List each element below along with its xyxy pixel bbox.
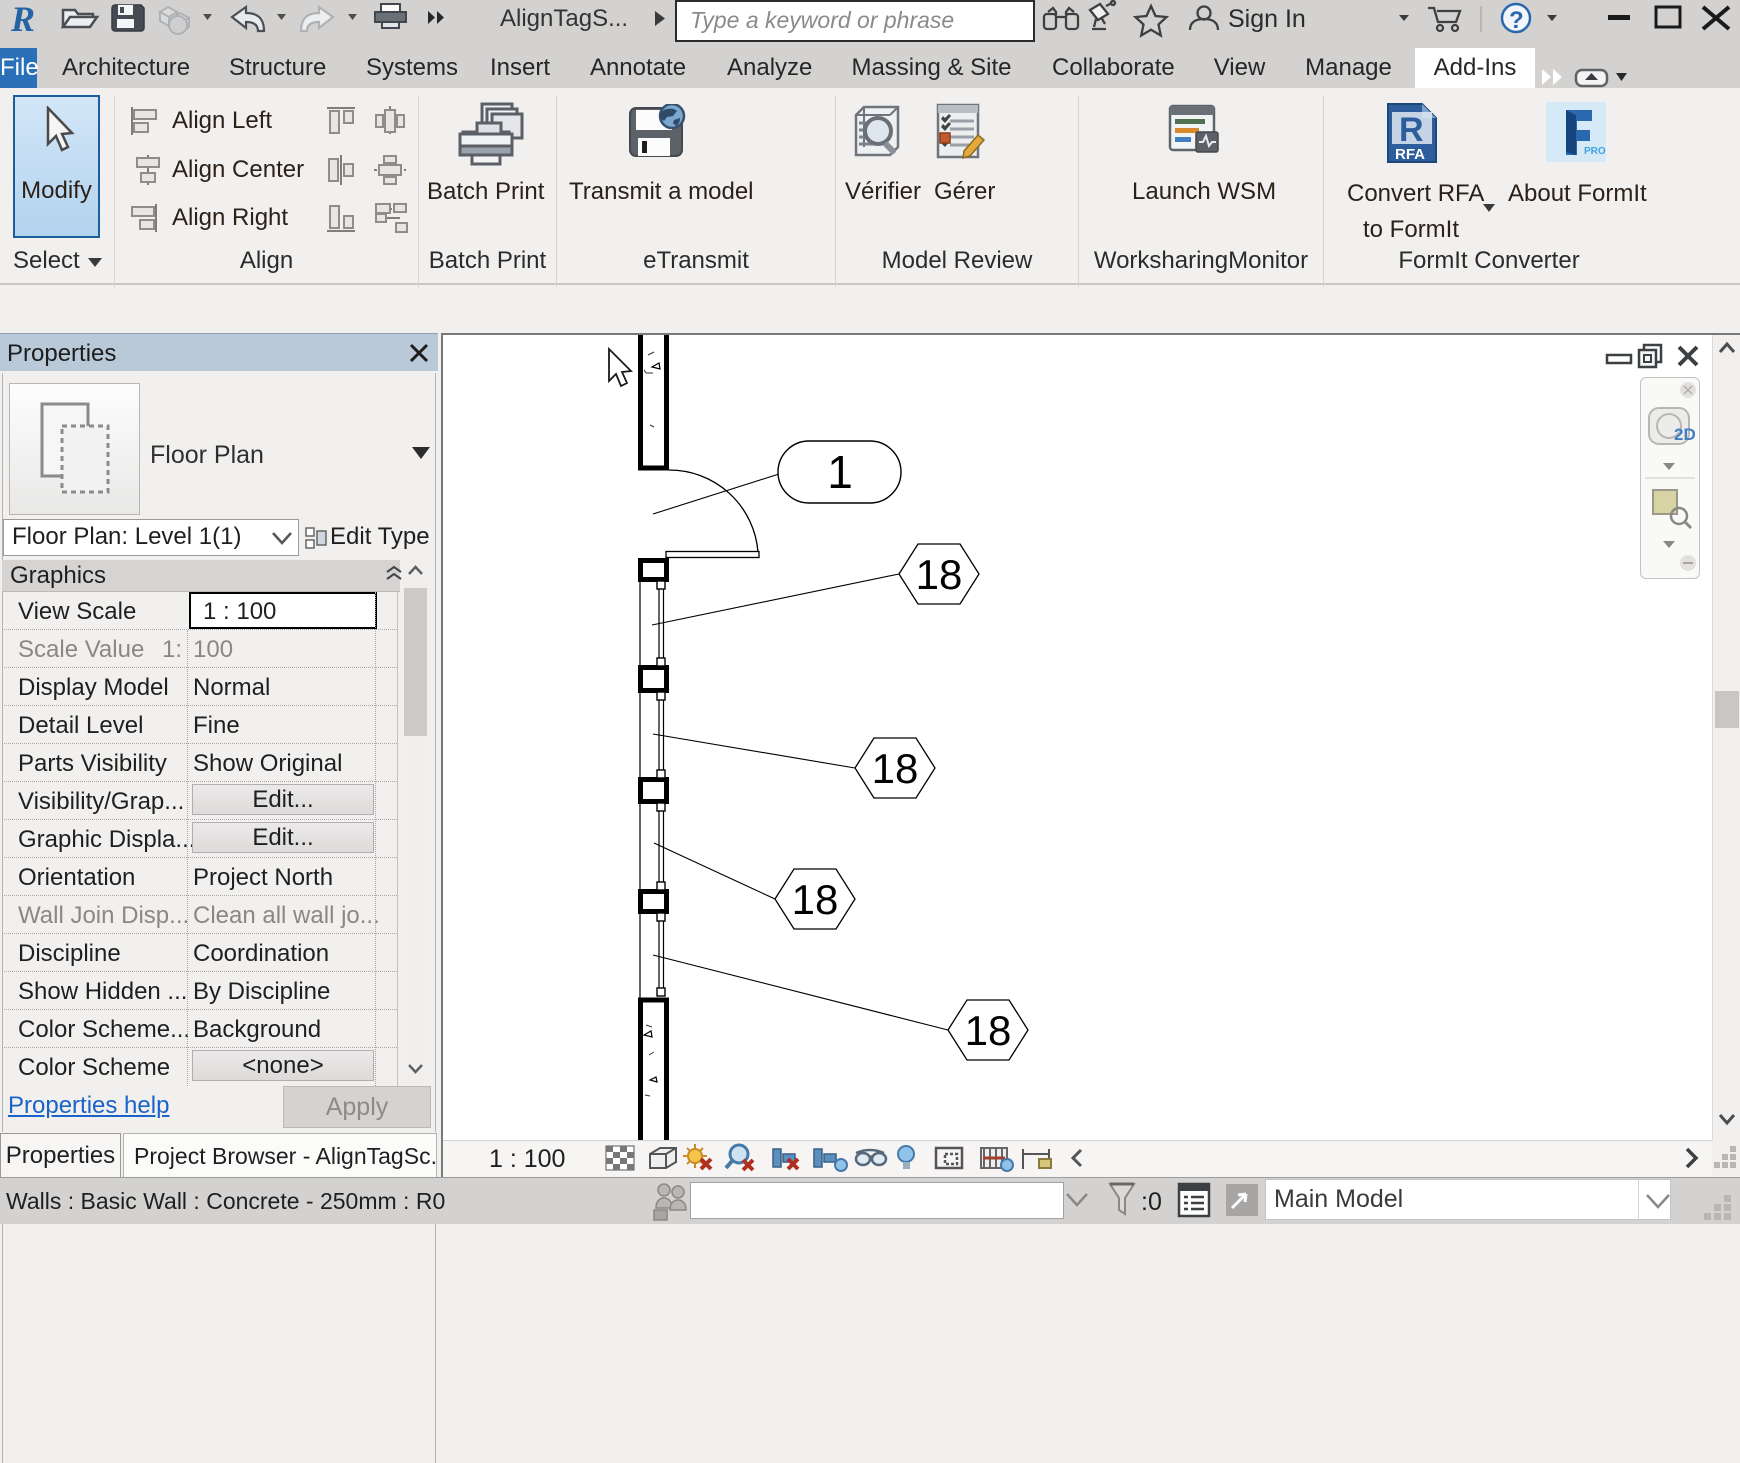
svg-text:R: R (1399, 111, 1424, 149)
svg-text:?: ? (1509, 7, 1524, 34)
svg-text:AlignTagS...: AlignTagS... (500, 5, 628, 32)
svg-text:18: 18 (965, 1007, 1012, 1054)
svg-text:R: R (10, 0, 35, 39)
svg-text:18: 18 (792, 876, 839, 923)
svg-text:RFA: RFA (1395, 146, 1425, 163)
svg-text:Sign In: Sign In (1228, 5, 1306, 33)
svg-text:18: 18 (916, 551, 963, 598)
svg-text:PRO: PRO (1584, 146, 1606, 157)
svg-text:18: 18 (872, 745, 919, 792)
svg-text:2D: 2D (1674, 425, 1696, 444)
svg-text:1: 1 (827, 446, 853, 498)
svg-text:Type a keyword or phrase: Type a keyword or phrase (690, 7, 954, 33)
